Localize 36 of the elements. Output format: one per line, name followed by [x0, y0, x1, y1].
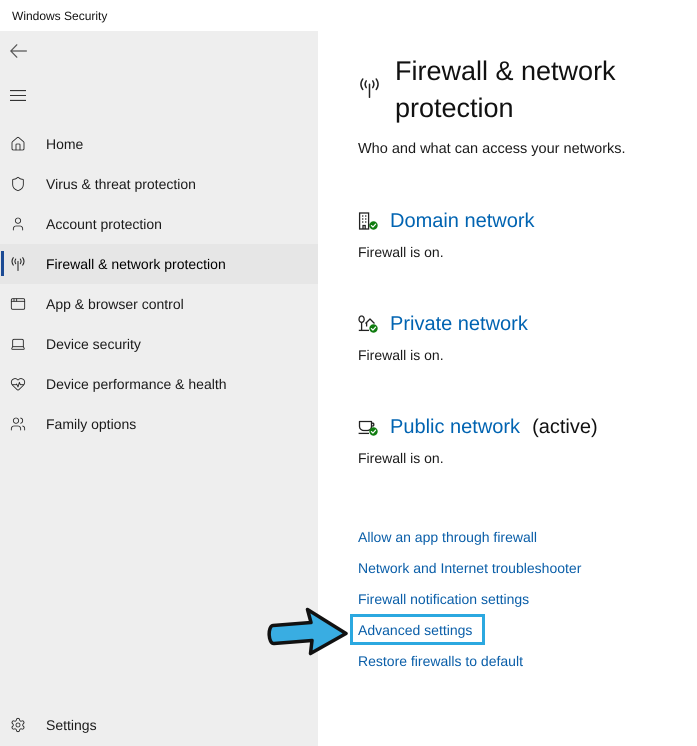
window-title: Windows Security: [12, 8, 108, 22]
network-link[interactable]: Public network: [390, 416, 520, 438]
page-title: Firewall & network protection: [395, 55, 617, 125]
sidebar-item[interactable]: Account protection: [0, 204, 318, 244]
settings-item[interactable]: Settings: [0, 705, 318, 745]
antenna-icon: [10, 257, 26, 271]
sidebar-item[interactable]: Device security: [0, 324, 318, 364]
shield-icon: [10, 176, 26, 192]
settings-link[interactable]: Network and Internet troubleshooter: [358, 560, 582, 576]
network-link[interactable]: Domain network: [390, 210, 535, 232]
settings-link[interactable]: Firewall notification settings: [358, 590, 530, 606]
window-icon: [10, 296, 26, 312]
network-link[interactable]: Private network: [390, 312, 528, 336]
sidebar-item[interactable]: Home: [0, 124, 318, 164]
people-icon: [10, 416, 26, 432]
settings-link[interactable]: Advanced settings: [358, 622, 472, 638]
antenna-icon: [358, 78, 381, 98]
sidebar-item[interactable]: Family options: [0, 404, 318, 444]
laptop-icon: [10, 336, 26, 352]
heart-pulse-icon: [10, 376, 26, 392]
page-subtitle: Who and what can access your networks.: [358, 140, 627, 159]
firewall-status: Firewall is on.: [358, 346, 445, 365]
back-arrow-icon: [10, 44, 27, 58]
settings-link[interactable]: Allow an app through firewall: [358, 528, 537, 544]
sidebar-item[interactable]: App & browser control: [0, 284, 318, 324]
menu-icon: [10, 90, 26, 100]
firewall-status: Firewall is on.: [358, 449, 445, 468]
home-icon: [10, 136, 26, 152]
person-icon: [10, 216, 26, 232]
settings-link[interactable]: Restore firewalls to default: [358, 652, 523, 668]
sidebar-item[interactable]: Firewall & network protection: [0, 244, 318, 284]
sidebar-item[interactable]: Virus & threat protection: [0, 164, 318, 204]
firewall-status: Firewall is on.: [358, 243, 445, 262]
gear-icon: [10, 717, 26, 733]
sidebar-item[interactable]: Device performance & health: [0, 364, 318, 404]
network-state-label: (active): [532, 416, 598, 438]
